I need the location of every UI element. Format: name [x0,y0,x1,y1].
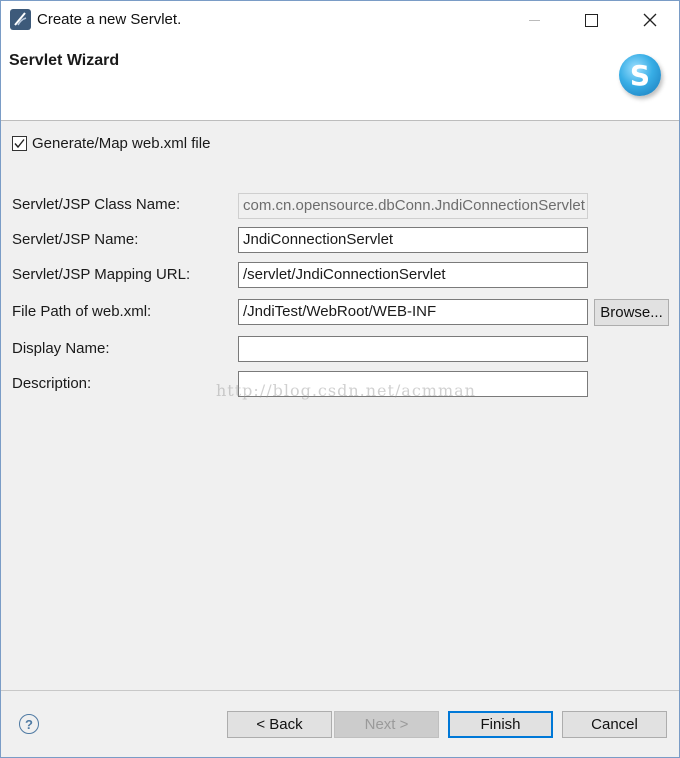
mapping-url-field[interactable]: /servlet/JndiConnectionServlet [238,262,588,288]
minimize-icon [528,19,540,21]
display-name-field[interactable] [238,336,588,362]
maximize-icon [584,13,598,27]
generate-webxml-checkbox[interactable] [12,136,27,151]
app-icon [10,9,31,30]
footer-divider [1,690,679,691]
wizard-header: Servlet Wizard S [1,39,679,121]
watermark-text: http://blog.csdn.net/acmman [216,381,476,400]
title-bar: Create a new Servlet. [1,1,679,39]
back-button[interactable]: < Back [227,711,332,738]
servlet-name-label: Servlet/JSP Name: [12,231,139,248]
cancel-button[interactable]: Cancel [562,711,667,738]
close-icon [643,13,657,27]
mapping-url-label: Servlet/JSP Mapping URL: [12,266,191,283]
servlet-wizard-window: Create a new Servlet. Servlet Wizard S G… [0,0,680,758]
wizard-logo: S [619,54,661,96]
display-name-label: Display Name: [12,340,110,357]
file-path-label: File Path of web.xml: [12,303,152,320]
window-title: Create a new Servlet. [37,11,182,28]
class-name-field: com.cn.opensource.dbConn.JndiConnectionS… [238,193,588,219]
file-path-field[interactable]: /JndiTest/WebRoot/WEB-INF [238,299,588,325]
help-glyph: ? [25,716,33,732]
maximize-button[interactable] [568,1,614,39]
generate-webxml-label: Generate/Map web.xml file [32,135,211,152]
servlet-name-field[interactable]: JndiConnectionServlet [238,227,588,253]
next-button[interactable]: Next > [334,711,439,738]
generate-webxml-row[interactable]: Generate/Map web.xml file [12,135,210,152]
browse-button[interactable]: Browse... [594,299,669,326]
checkmark-icon [14,139,25,149]
finish-button[interactable]: Finish [448,711,553,738]
wizard-title: Servlet Wizard [9,52,120,69]
minimize-button[interactable] [511,1,557,39]
description-label: Description: [12,375,92,392]
logo-letter: S [629,58,651,92]
help-icon[interactable]: ? [19,714,39,734]
close-button[interactable] [627,1,673,39]
class-name-label: Servlet/JSP Class Name: [12,196,181,213]
